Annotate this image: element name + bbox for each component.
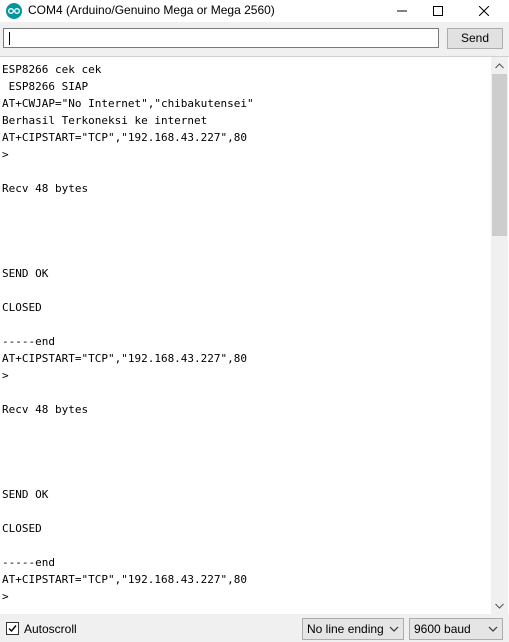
console-line: > (2, 590, 9, 603)
maximize-button[interactable] (420, 0, 456, 22)
scroll-down-button[interactable] (491, 597, 508, 614)
line-ending-value: No line ending (307, 622, 384, 636)
console-line: SEND OK (2, 267, 49, 280)
console-line: -----end (2, 556, 55, 569)
autoscroll-label: Autoscroll (24, 622, 77, 636)
console-line: AT+CIPSTART="TCP","192.168.43.227",80 (2, 352, 248, 365)
close-icon (479, 6, 489, 16)
maximize-icon (433, 6, 443, 16)
console-line: > (2, 148, 9, 161)
checkmark-icon (8, 625, 17, 633)
console-line: SEND OK (2, 488, 49, 501)
line-ending-select[interactable]: No line ending (302, 618, 404, 640)
console-line: ESP8266 cek cek (2, 63, 102, 76)
baud-rate-value: 9600 baud (414, 622, 471, 636)
console-line: Recv 48 bytes (2, 403, 89, 416)
console-line: ESP8266 SIAP (2, 80, 89, 93)
send-button[interactable]: Send (447, 28, 503, 49)
baud-rate-select[interactable]: 9600 baud (409, 618, 503, 640)
arduino-icon (6, 3, 22, 19)
close-button[interactable] (466, 0, 502, 22)
console-line: CLOSED (2, 522, 42, 535)
console-line: CLOSED (2, 301, 42, 314)
console-line: AT+CIPSTART="TCP","192.168.43.227",80 (2, 131, 248, 144)
minimize-icon (397, 10, 407, 12)
footer-bar: Autoscroll No line ending 9600 baud (0, 614, 509, 642)
chevron-down-icon (495, 603, 504, 609)
serial-output-text: ESP8266 cek cek ESP8266 SIAP AT+CWJAP="No… (2, 61, 488, 611)
console-line: AT+CWJAP="No Internet","chibakutensei" (2, 97, 254, 110)
console-line: Berhasil Terkoneksi ke internet (2, 114, 208, 127)
chevron-down-icon (389, 626, 399, 632)
minimize-button[interactable] (384, 0, 420, 22)
autoscroll-checkbox[interactable] (6, 622, 19, 635)
chevron-down-icon (488, 626, 498, 632)
console-line: Recv 48 bytes (2, 182, 89, 195)
vertical-scrollbar[interactable] (491, 57, 508, 614)
title-bar: COM4 (Arduino/Genuino Mega or Mega 2560) (0, 0, 509, 22)
serial-input[interactable] (3, 28, 439, 48)
text-caret (9, 32, 10, 45)
send-bar: Send (0, 22, 509, 56)
serial-output[interactable]: ESP8266 cek cek ESP8266 SIAP AT+CWJAP="No… (0, 56, 509, 614)
console-line: > (2, 369, 9, 382)
console-line: AT+CIPSTART="TCP","192.168.43.227",80 (2, 573, 248, 586)
scroll-up-button[interactable] (491, 57, 508, 74)
chevron-up-icon (495, 62, 504, 68)
window-title: COM4 (Arduino/Genuino Mega or Mega 2560) (28, 3, 275, 17)
console-line: -----end (2, 335, 55, 348)
scroll-thumb[interactable] (492, 74, 507, 236)
